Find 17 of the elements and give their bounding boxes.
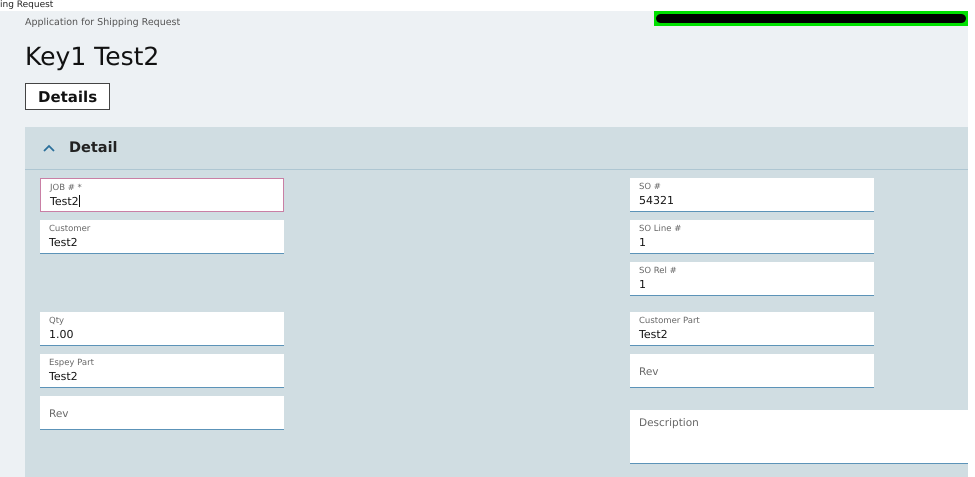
input-field[interactable]: Rev	[630, 354, 874, 388]
input-field[interactable]: Customer Test2	[40, 220, 284, 254]
input-field[interactable]: SO Line # 1	[630, 220, 874, 254]
input-field[interactable]: Description	[630, 410, 968, 464]
input-field[interactable]: SO # 54321	[630, 178, 874, 212]
page-title: Key1 Test2	[25, 41, 160, 73]
input-field[interactable]: Customer Part Test2	[630, 312, 874, 346]
window-title: ing Request	[0, 0, 54, 11]
tab[interactable]: Details	[25, 83, 110, 110]
input-field[interactable]: Espey Part Test2	[40, 354, 284, 388]
chevron-icon[interactable]	[43, 144, 55, 152]
input-field[interactable]: Rev	[40, 396, 284, 430]
input-field[interactable]: JOB # * Test2	[40, 178, 284, 212]
input-field[interactable]: Qty 1.00	[40, 312, 284, 346]
section-title: Detail	[69, 140, 118, 156]
breadcrumb: Application for Shipping Request	[25, 17, 180, 29]
input-field[interactable]: SO Rel # 1	[630, 262, 874, 296]
